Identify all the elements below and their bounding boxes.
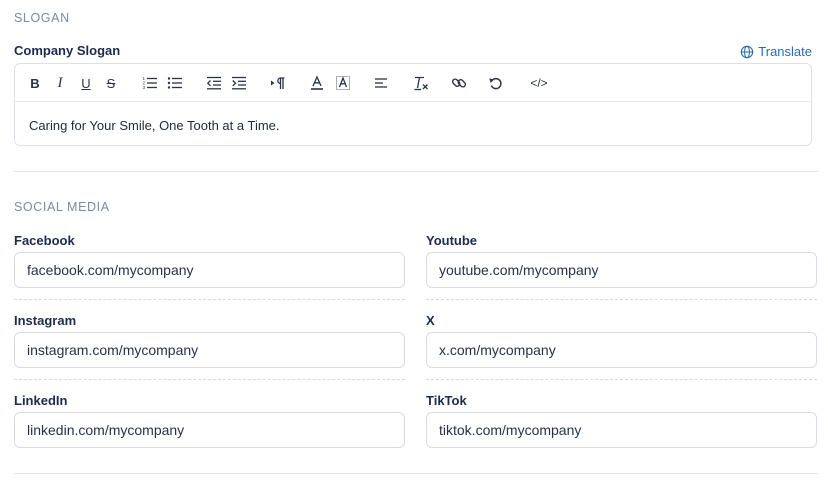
text-color-icon	[311, 75, 323, 90]
editor-toolbar: B I U S 1 2 3 </>	[15, 64, 811, 102]
align-button[interactable]	[371, 73, 391, 93]
indent-button[interactable]	[229, 73, 249, 93]
row-divider	[14, 379, 405, 380]
italic-button[interactable]: I	[50, 73, 70, 93]
strikethrough-button[interactable]: S	[101, 73, 121, 93]
text-direction-button[interactable]	[268, 73, 288, 93]
globe-icon	[741, 45, 754, 58]
highlight-color-button[interactable]	[333, 73, 353, 93]
x-label: X	[426, 313, 435, 328]
slogan-content[interactable]: Caring for Your Smile, One Tooth at a Ti…	[29, 118, 280, 133]
undo-button[interactable]	[486, 73, 506, 93]
linkedin-input[interactable]	[14, 412, 405, 448]
ordered-list-icon: 1 2 3	[143, 76, 157, 90]
code-view-button[interactable]: </>	[526, 73, 552, 93]
x-input[interactable]	[426, 332, 817, 368]
tiktok-label: TikTok	[426, 393, 467, 408]
outdent-icon	[206, 76, 221, 90]
align-left-icon	[375, 78, 387, 88]
instagram-label: Instagram	[14, 313, 77, 328]
bullet-list-button[interactable]	[165, 73, 185, 93]
text-color-button[interactable]	[307, 73, 327, 93]
facebook-input[interactable]	[14, 252, 405, 288]
tiktok-input[interactable]	[426, 412, 817, 448]
paragraph-direction-icon	[271, 77, 285, 89]
translate-link[interactable]: Translate	[740, 44, 812, 59]
undo-icon	[489, 77, 502, 90]
slogan-section-title: SLOGAN	[14, 11, 70, 25]
svg-text:3: 3	[143, 85, 146, 90]
clear-format-button[interactable]	[411, 73, 431, 93]
row-divider	[426, 299, 817, 300]
section-divider	[14, 473, 818, 474]
outdent-button[interactable]	[204, 73, 224, 93]
facebook-label: Facebook	[14, 233, 75, 248]
underline-button[interactable]: U	[76, 73, 96, 93]
ordered-list-button[interactable]: 1 2 3	[140, 73, 160, 93]
link-button[interactable]	[449, 73, 469, 93]
bullet-list-icon	[167, 77, 182, 89]
youtube-label: Youtube	[426, 233, 478, 248]
slogan-rich-text-editor[interactable]: B I U S 1 2 3 </> Caring for Your Smile,…	[14, 63, 812, 146]
link-icon	[451, 78, 467, 88]
indent-icon	[232, 76, 246, 90]
section-divider	[14, 171, 818, 172]
translate-label: Translate	[758, 44, 812, 59]
background-color-icon	[336, 76, 350, 90]
social-media-section-title: SOCIAL MEDIA	[14, 200, 110, 214]
linkedin-label: LinkedIn	[14, 393, 68, 408]
clear-format-icon	[414, 76, 428, 91]
instagram-input[interactable]	[14, 332, 405, 368]
bold-button[interactable]: B	[25, 73, 45, 93]
youtube-input[interactable]	[426, 252, 817, 288]
row-divider	[426, 379, 817, 380]
company-slogan-label: Company Slogan	[14, 43, 121, 58]
row-divider	[14, 299, 405, 300]
